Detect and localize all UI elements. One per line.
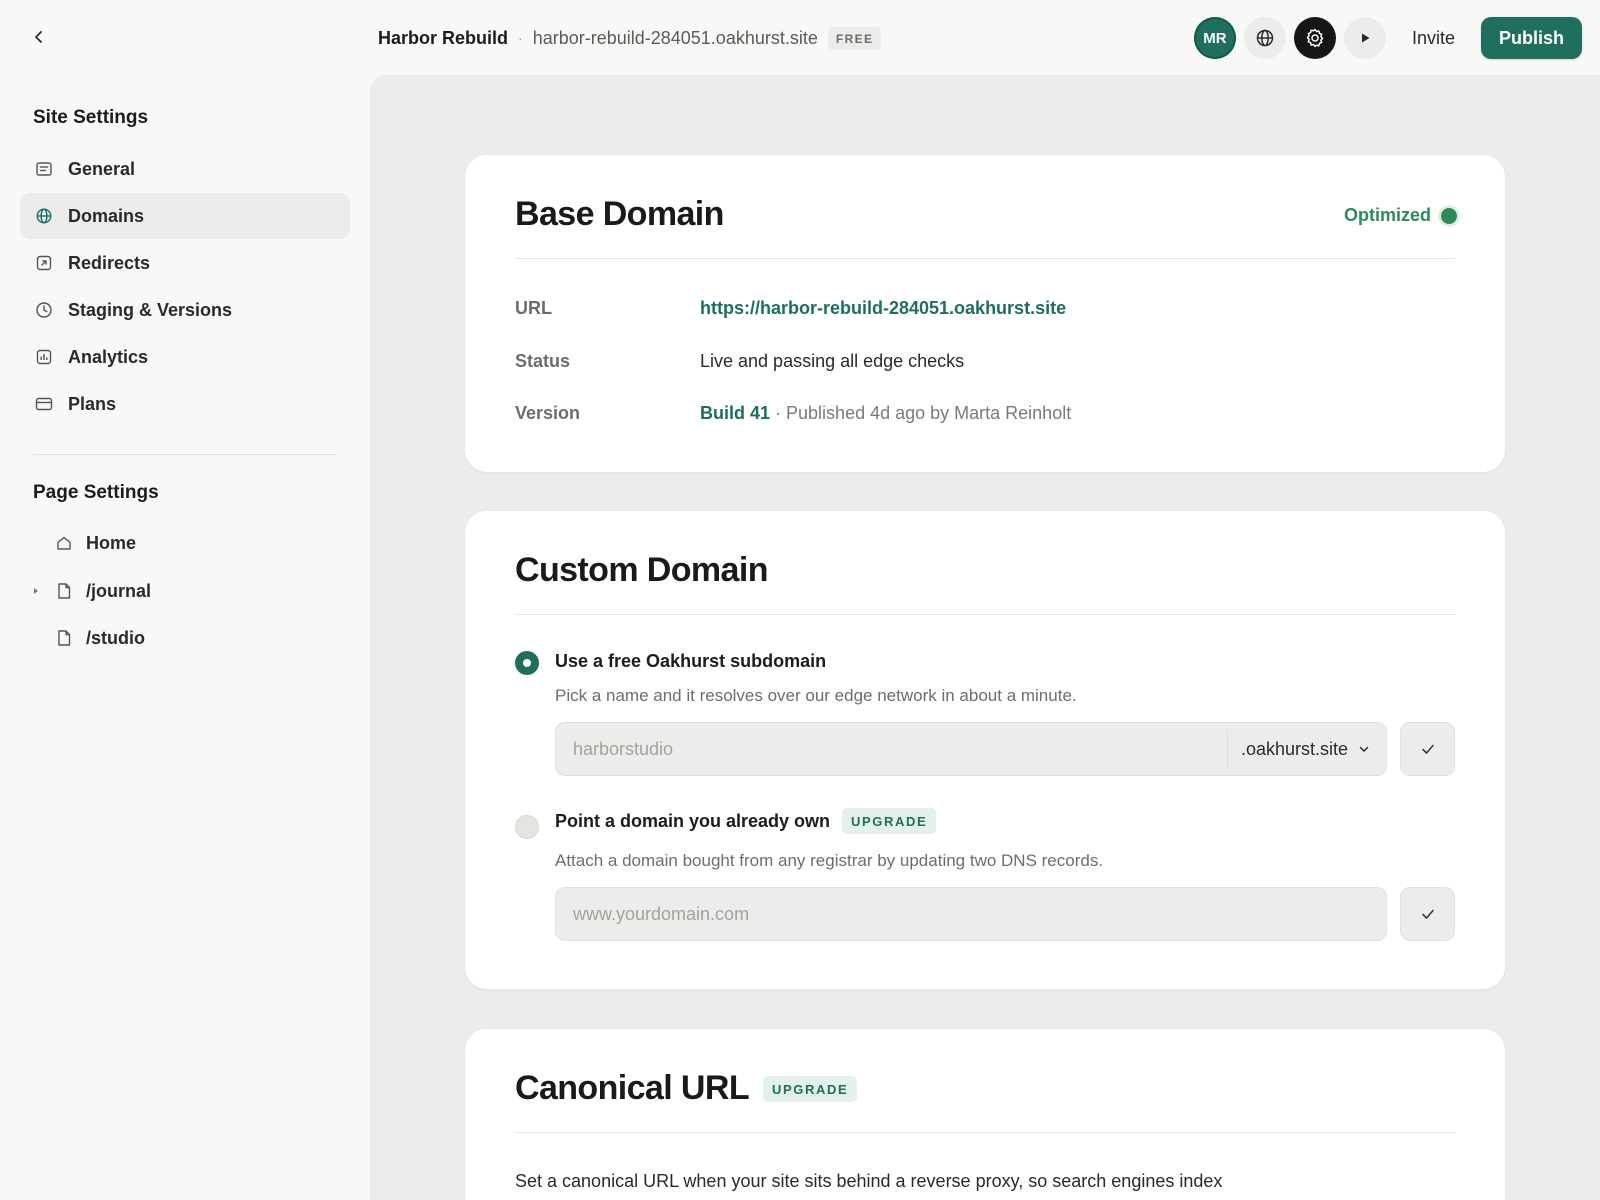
sidebar-item-general[interactable]: General <box>20 146 350 192</box>
home-icon <box>54 533 74 553</box>
sidebar-item-domains[interactable]: Domains <box>20 193 350 239</box>
confirm-own-domain-button[interactable] <box>1400 887 1455 941</box>
back-button[interactable] <box>26 24 52 50</box>
version-label: Version <box>515 403 581 423</box>
page-item-label: /studio <box>86 627 145 648</box>
version-detail: · Published 4d ago by Marta Reinholt <box>775 403 1072 423</box>
own-domain-description: Attach a domain bought from any registra… <box>555 851 1104 870</box>
status-dot-icon <box>1441 207 1457 224</box>
sidebar-item-label: Redirects <box>68 252 151 273</box>
globe-icon <box>1256 29 1274 47</box>
custom-domain-title: Custom Domain <box>515 551 768 589</box>
divider <box>515 258 1455 259</box>
site-meta: Harbor Rebuild · harbor-rebuild-284051.o… <box>378 24 882 52</box>
play-icon <box>1361 33 1370 43</box>
page-icon <box>54 628 74 648</box>
free-subdomain-label: Use a free Oakhurst subdomain <box>555 651 827 671</box>
sidebar-item-redirects[interactable]: Redirects <box>20 240 350 286</box>
page-item-label: Home <box>86 532 137 553</box>
sidebar-item-label: Analytics <box>68 346 149 367</box>
status-row-label: Status <box>515 351 571 371</box>
sidebar-item-label: Plans <box>68 393 117 414</box>
document-icon <box>34 159 54 179</box>
sidebar-item-label: General <box>68 158 136 179</box>
site-name: Harbor Rebuild <box>378 27 509 48</box>
own-domain-input[interactable] <box>556 888 1386 940</box>
top-bar: Harbor Rebuild · harbor-rebuild-284051.o… <box>0 0 1600 76</box>
site-domain: harbor-rebuild-284051.oakhurst.site <box>532 27 818 48</box>
avatar[interactable]: MR <box>1193 17 1236 59</box>
clock-icon <box>34 300 54 320</box>
sidebar-item-label: Domains <box>68 205 145 226</box>
version-value: Build 41 · Published 4d ago by Marta Rei… <box>700 403 1071 424</box>
status-label: Optimized <box>1343 205 1431 225</box>
status-row-value: Live and passing all edge checks <box>700 351 965 371</box>
analytics-icon <box>34 347 54 367</box>
sidebar-item-staging-versions[interactable]: Staging & Versions <box>20 287 350 333</box>
custom-domain-card: Custom Domain Use a free Oakhurst subdom… <box>465 511 1505 989</box>
plan-badge: FREE <box>827 26 882 50</box>
sidebar-item-analytics[interactable]: Analytics <box>20 334 350 380</box>
canonical-url-card: Canonical URL UPGRADE Set a canonical UR… <box>465 1029 1505 1200</box>
canonical-title-row: Canonical URL UPGRADE <box>515 1069 858 1108</box>
check-icon <box>1421 909 1434 919</box>
site-settings-title: Site Settings <box>33 107 149 128</box>
settings-button[interactable] <box>1293 17 1336 59</box>
base-domain-card: Base Domain Optimized URL https://harbor… <box>465 155 1505 472</box>
check-icon <box>1421 744 1434 754</box>
publish-button[interactable]: Publish <box>1480 17 1582 59</box>
gear-icon <box>1306 28 1324 48</box>
top-actions: MR Invite Publish <box>1193 17 1582 59</box>
upgrade-badge: UPGRADE <box>763 1075 858 1102</box>
suffix-select[interactable]: .oakhurst.site <box>1226 730 1386 768</box>
divider <box>515 614 1455 615</box>
page-icon <box>54 581 74 601</box>
sidebar: Site Settings General Domains Redirects … <box>0 76 370 1200</box>
confirm-subdomain-button[interactable] <box>1400 722 1455 776</box>
globe-icon <box>34 206 54 226</box>
upgrade-badge: UPGRADE <box>842 808 937 834</box>
redirect-icon <box>34 253 54 273</box>
invite-button[interactable]: Invite <box>1402 20 1465 57</box>
canonical-title: Canonical URL <box>515 1069 750 1107</box>
own-domain-label: Point a domain you already own UPGRADE <box>555 808 937 834</box>
page-item-studio[interactable]: /studio <box>20 616 350 660</box>
sidebar-item-label: Staging & Versions <box>68 299 233 320</box>
page-item-journal[interactable]: /journal <box>20 569 350 613</box>
page-item-home[interactable]: Home <box>20 521 350 565</box>
preview-button[interactable] <box>1343 17 1386 59</box>
chevron-left-icon <box>35 31 42 43</box>
subdomain-field: .oakhurst.site <box>555 722 1387 776</box>
chevron-down-icon <box>1359 746 1369 752</box>
url-link[interactable]: https://harbor-rebuild-284051.oakhurst.s… <box>700 298 1066 319</box>
status-indicator: Optimized <box>1344 205 1457 226</box>
radio-free-subdomain[interactable] <box>515 651 539 675</box>
canonical-description: Set a canonical URL when your site sits … <box>515 1171 1223 1191</box>
radio-own-domain[interactable] <box>515 815 539 839</box>
free-subdomain-description: Pick a name and it resolves over our edg… <box>555 686 1077 705</box>
globe-button[interactable] <box>1243 17 1286 59</box>
url-label: URL <box>515 298 552 318</box>
sidebar-divider <box>33 454 337 455</box>
sidebar-item-plans[interactable]: Plans <box>20 381 350 427</box>
subdomain-input[interactable] <box>556 723 1227 775</box>
divider <box>515 1132 1455 1133</box>
build-link[interactable]: Build 41 <box>700 403 770 423</box>
suffix-value: .oakhurst.site <box>1240 738 1348 759</box>
own-domain-field <box>555 887 1387 941</box>
separator: · <box>518 30 523 46</box>
main-content: Base Domain Optimized URL https://harbor… <box>370 75 1600 1200</box>
base-domain-title: Base Domain <box>515 195 724 233</box>
expand-caret-icon[interactable] <box>28 587 44 595</box>
page-settings-title: Page Settings <box>33 482 159 503</box>
page-item-label: /journal <box>86 580 152 601</box>
card-icon <box>34 394 54 414</box>
